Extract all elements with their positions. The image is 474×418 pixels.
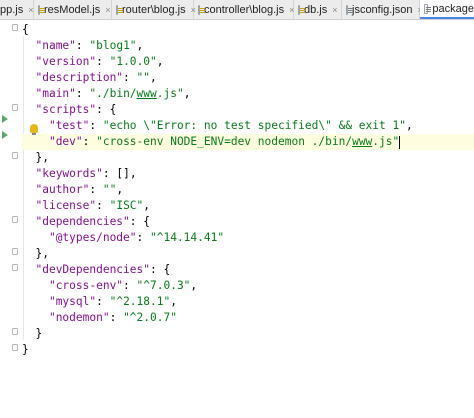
tab-label: resModel.js: [44, 3, 101, 16]
code-line-9: },: [35, 151, 49, 164]
code-line-4: "description": "",: [35, 71, 157, 84]
tab-jsconfig-json[interactable]: jsconfig.json ×: [342, 0, 423, 19]
tab-label: db.js: [304, 3, 328, 16]
fold-marker-icon[interactable]: [12, 24, 18, 31]
tab-resmodel-js[interactable]: resModel.js ×: [34, 0, 112, 19]
code-line-11: "author": "",: [35, 183, 124, 196]
code-line-7: "test": "echo \"Error: no test specified…: [48, 119, 413, 132]
tab-label: router\blog.js: [122, 3, 186, 16]
tab-controller-blog-js[interactable]: controller\blog.js ×: [194, 0, 294, 19]
text-caret: [399, 135, 401, 149]
code-line-1: {: [22, 23, 29, 36]
editor-gutter: [0, 20, 20, 418]
fold-marker-icon[interactable]: [12, 216, 18, 223]
code-line-12: "license": "ISC",: [35, 199, 151, 212]
js-file-icon: [198, 4, 205, 15]
close-icon[interactable]: ×: [105, 5, 110, 15]
code-line-5: "main": "./bin/www.js",: [35, 87, 191, 100]
fold-marker-icon[interactable]: [12, 152, 18, 159]
code-line-18: "mysql": "^2.18.1",: [48, 295, 177, 308]
fold-marker-icon[interactable]: [12, 344, 18, 351]
tab-app-js[interactable]: pp.js ×: [0, 0, 34, 19]
fold-marker-icon[interactable]: [12, 264, 18, 271]
json-file-icon: [346, 4, 353, 15]
tab-label: package.js: [432, 2, 474, 15]
tab-package-json[interactable]: package.js: [420, 0, 474, 19]
editor-tab-bar: pp.js × resModel.js × router\blog.js × c…: [0, 0, 474, 20]
code-line-21: }: [22, 343, 29, 356]
tab-label: controller\blog.js: [204, 3, 285, 16]
close-icon[interactable]: ×: [28, 5, 33, 15]
json-file-icon: [424, 3, 432, 14]
code-line-15: },: [35, 247, 49, 260]
code-editor[interactable]: { "name": "blog1", "version": "1.0.0", "…: [22, 20, 474, 418]
tab-db-js[interactable]: db.js ×: [294, 0, 342, 19]
fold-marker-icon[interactable]: [12, 104, 18, 111]
code-line-13: "dependencies": {: [35, 215, 150, 228]
close-icon[interactable]: ×: [332, 5, 337, 15]
tab-label: pp.js: [0, 3, 24, 16]
code-line-3: "version": "1.0.0",: [35, 55, 164, 68]
tab-router-blog-js[interactable]: router\blog.js ×: [112, 0, 196, 19]
lightbulb-icon[interactable]: [30, 124, 38, 135]
js-file-icon: [38, 4, 45, 15]
js-file-icon: [116, 4, 123, 15]
fold-marker-icon[interactable]: [12, 248, 18, 255]
run-script-icon[interactable]: [2, 131, 8, 139]
code-line-2: "name": "blog1",: [35, 39, 144, 52]
code-line-8: "dev": "cross-env NODE_ENV=dev nodemon .…: [22, 134, 474, 150]
js-file-icon: [298, 4, 305, 15]
code-line-20: }: [35, 327, 43, 340]
code-line-19: "nodemon": "^2.0.7": [48, 311, 177, 324]
code-line-17: "cross-env": "^7.0.3",: [48, 279, 198, 292]
code-line-14: "@types/node": "^14.14.41": [48, 231, 225, 244]
fold-marker-icon[interactable]: [12, 328, 18, 335]
run-script-icon[interactable]: [2, 115, 8, 123]
code-line-16: "devDependencies": {: [35, 263, 171, 276]
tab-label: jsconfig.json: [352, 3, 413, 16]
code-line-6: "scripts": {: [35, 103, 117, 116]
code-line-10: "keywords": [],: [35, 167, 137, 180]
